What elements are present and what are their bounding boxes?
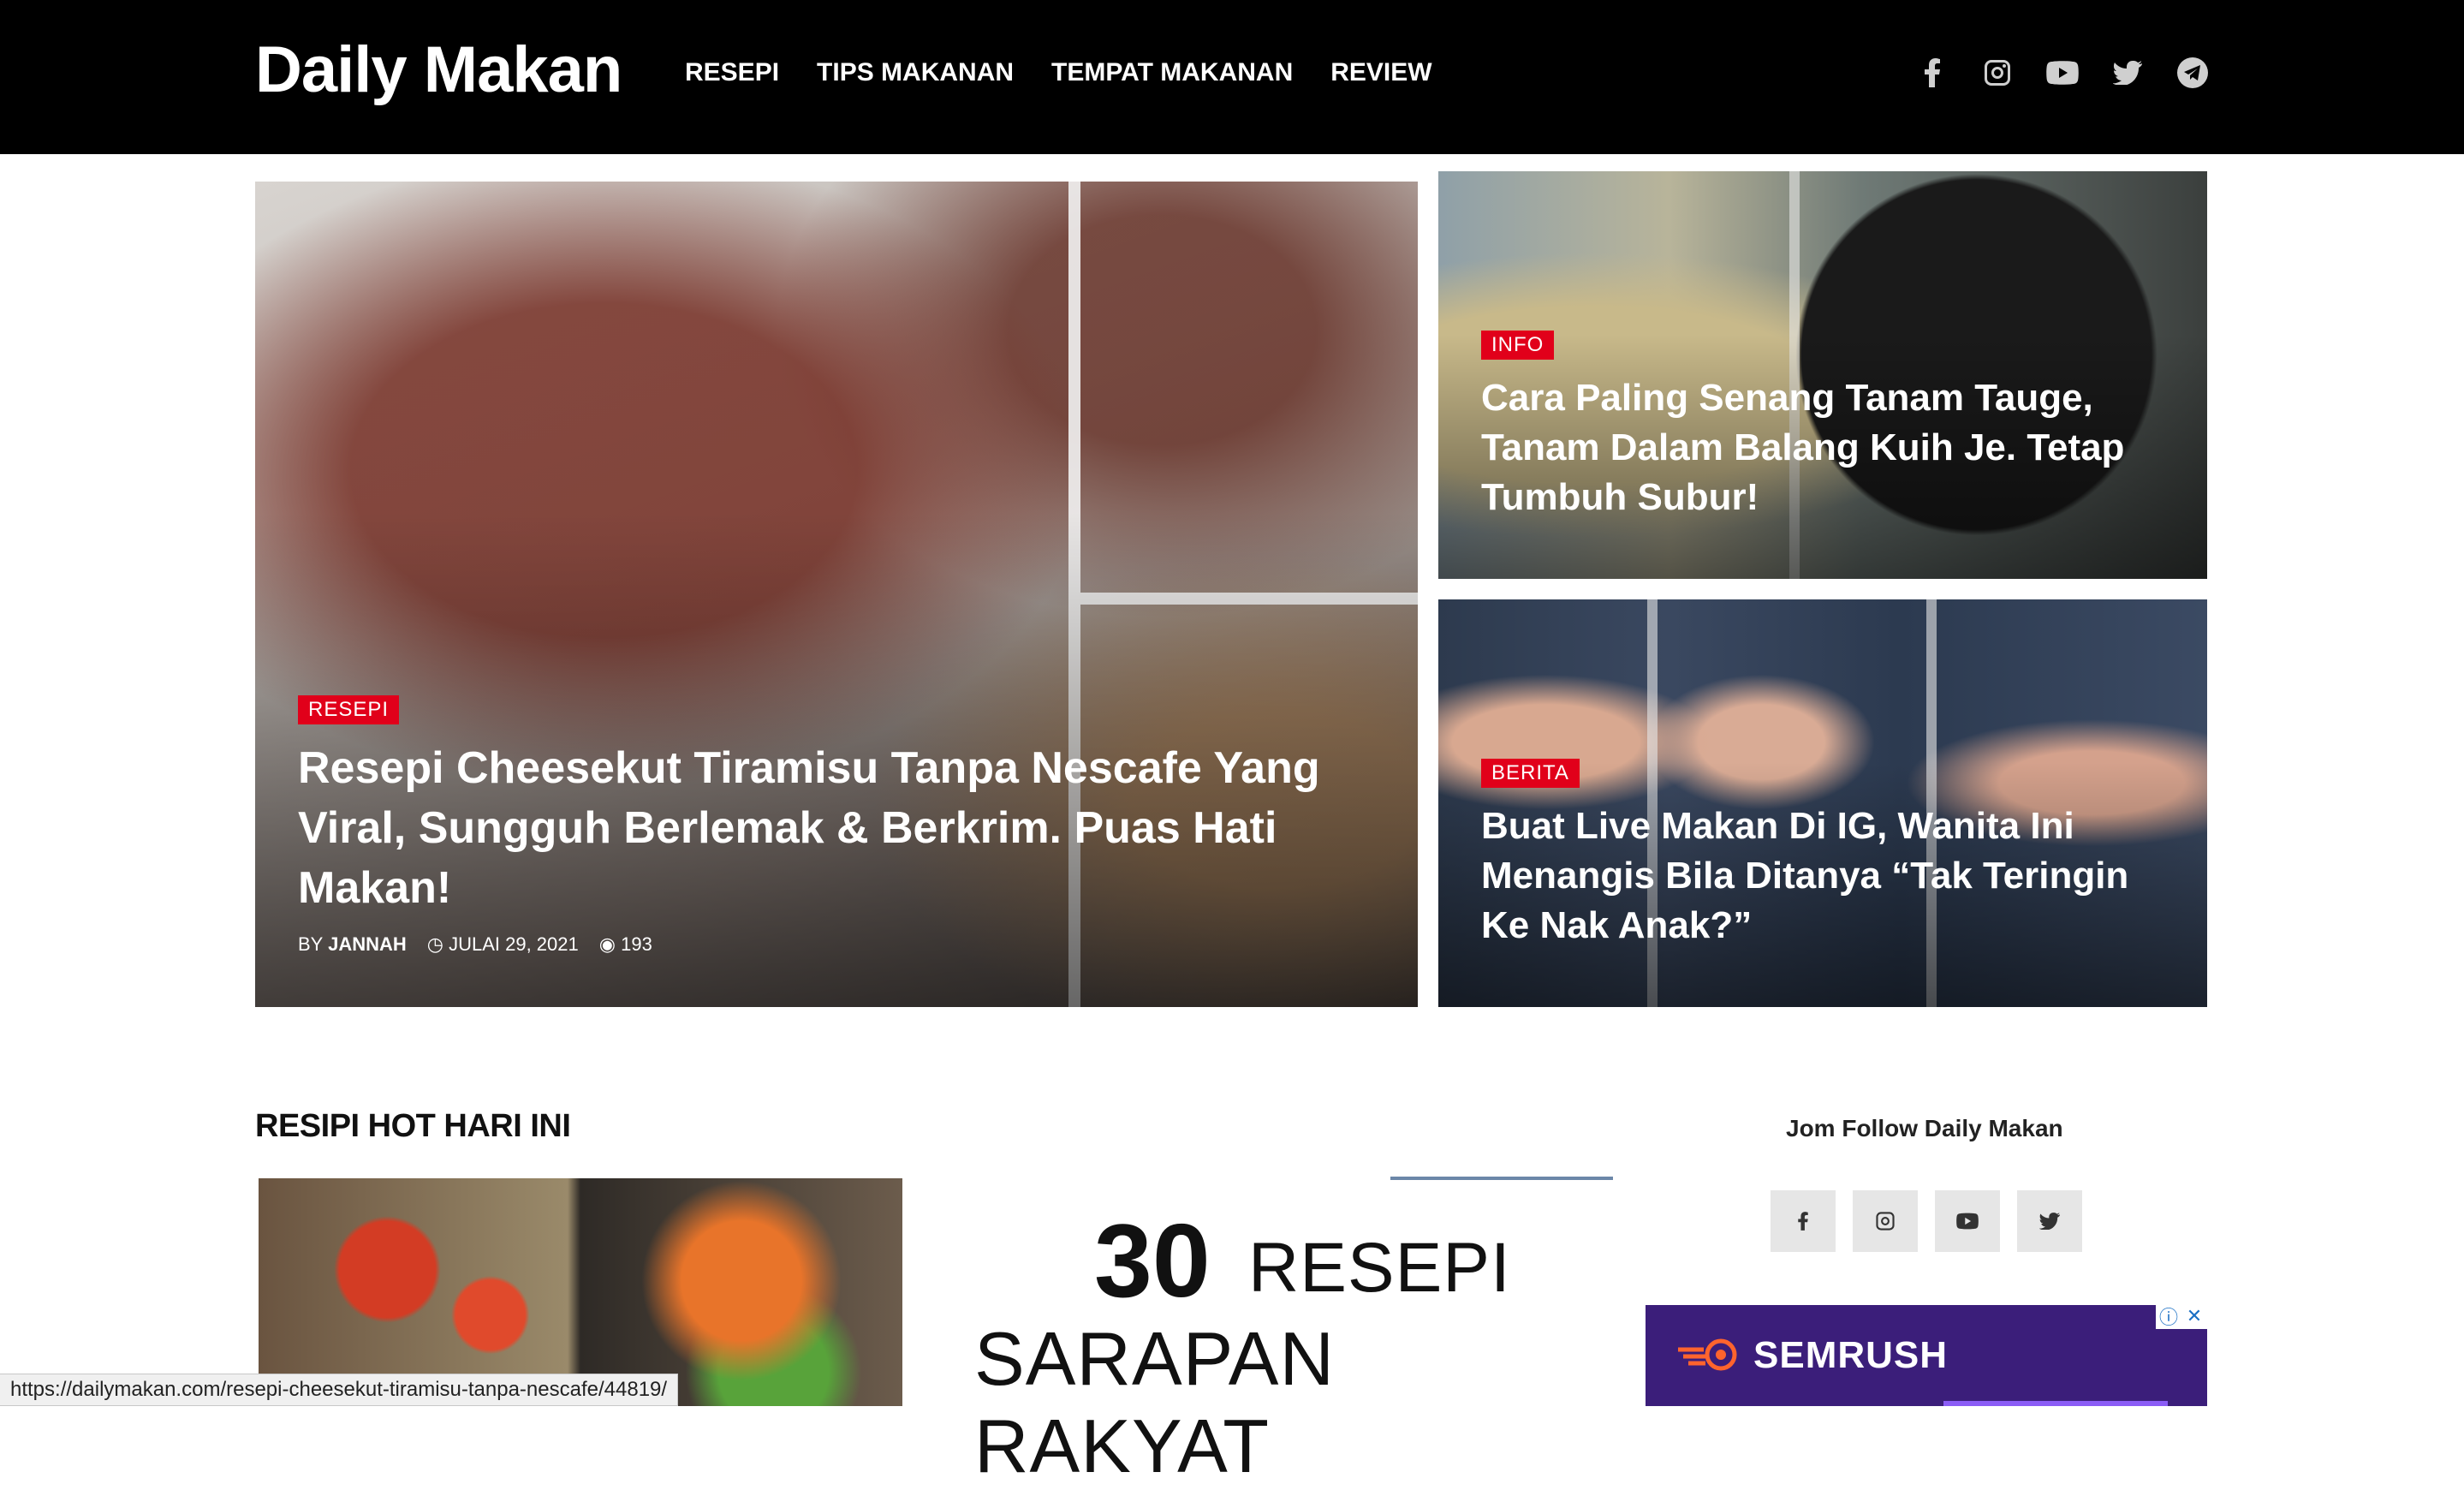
instagram-icon[interactable] <box>1981 57 2014 89</box>
category-tag[interactable]: RESEPI <box>298 695 400 724</box>
category-tag[interactable]: INFO <box>1481 331 1555 360</box>
nav-item-resepi[interactable]: RESEPI <box>685 58 779 87</box>
category-tag[interactable]: BERITA <box>1481 759 1580 788</box>
promo-subtitle: SARAPAN RAKYAT <box>974 1316 1336 1488</box>
close-icon[interactable]: ✕ <box>2181 1303 2207 1329</box>
date-line: ◷ JULAI 29, 2021 <box>427 933 579 956</box>
site-logo[interactable]: Daily Makan <box>255 33 622 107</box>
promo-banner[interactable]: 30 RESEPI SARAPAN RAKYAT <box>966 1177 1613 1488</box>
eye-icon: ◉ <box>598 933 616 955</box>
post-date: JULAI 29, 2021 <box>449 933 579 955</box>
featured-side-article[interactable]: INFO Cara Paling Senang Tanam Tauge, Tan… <box>1438 171 2207 579</box>
status-bar-url: https://dailymakan.com/resepi-cheesekut-… <box>0 1374 679 1406</box>
view-count: 193 <box>621 933 652 955</box>
featured-side-article[interactable]: BERITA Buat Live Makan Di IG, Wanita Ini… <box>1438 599 2207 1007</box>
promo-number: 30 <box>1094 1202 1211 1319</box>
nav-item-review[interactable]: REVIEW <box>1330 58 1431 87</box>
featured-main-title[interactable]: Resepi Cheesekut Tiramisu Tanpa Nescafe … <box>298 738 1325 918</box>
author-line: BY JANNAH <box>298 933 407 956</box>
nav-item-tempat-makanan[interactable]: TEMPAT MAKANAN <box>1051 58 1293 87</box>
nav-item-tips-makanan[interactable]: TIPS MAKANAN <box>817 58 1014 87</box>
ad-controls: ⓘ ✕ <box>2156 1303 2207 1329</box>
promo-word: RESEPI <box>1248 1229 1511 1307</box>
recipe-thumbnail[interactable] <box>259 1178 902 1406</box>
side-article-title[interactable]: Buat Live Makan Di IG, Wanita Ini Menang… <box>1481 802 2183 951</box>
youtube-icon[interactable] <box>2046 57 2079 89</box>
views-line: ◉ 193 <box>599 933 652 956</box>
instagram-icon[interactable] <box>1853 1190 1918 1252</box>
ad-brand: SEMRUSH <box>1753 1334 1949 1376</box>
site-header: Daily Makan RESEPI TIPS MAKANAN TEMPAT M… <box>0 0 2464 154</box>
follow-social-links <box>1771 1190 2082 1252</box>
section-heading: RESIPI HOT HARI INI <box>255 1108 571 1144</box>
advertisement[interactable]: SEMRUSH ⓘ ✕ <box>1646 1303 2207 1406</box>
recipe-image <box>259 1178 902 1406</box>
twitter-icon[interactable] <box>2111 57 2144 89</box>
semrush-logo-icon <box>1678 1338 1737 1371</box>
featured-main-article[interactable]: RESEPI Resepi Cheesekut Tiramisu Tanpa N… <box>255 182 1418 1007</box>
promo-accent-line <box>1390 1177 1613 1180</box>
ad-accent-bar <box>1943 1401 2168 1406</box>
facebook-icon[interactable] <box>1916 57 1949 89</box>
side-article-title[interactable]: Cara Paling Senang Tanam Tauge, Tanam Da… <box>1481 373 2166 522</box>
youtube-icon[interactable] <box>1935 1190 2000 1252</box>
twitter-icon[interactable] <box>2017 1190 2082 1252</box>
main-nav: RESEPI TIPS MAKANAN TEMPAT MAKANAN REVIE… <box>685 58 1432 87</box>
follow-widget-title: Jom Follow Daily Makan <box>1786 1115 2063 1141</box>
telegram-icon[interactable] <box>2176 57 2209 89</box>
by-label: BY <box>298 933 323 955</box>
header-social-links <box>1916 57 2209 89</box>
author-name[interactable]: JANNAH <box>328 933 407 955</box>
clock-icon: ◷ <box>426 933 443 955</box>
article-meta: BY JANNAH ◷ JULAI 29, 2021 ◉ 193 <box>298 933 652 956</box>
ad-info-icon[interactable]: ⓘ <box>2156 1303 2181 1329</box>
facebook-icon[interactable] <box>1771 1190 1836 1252</box>
